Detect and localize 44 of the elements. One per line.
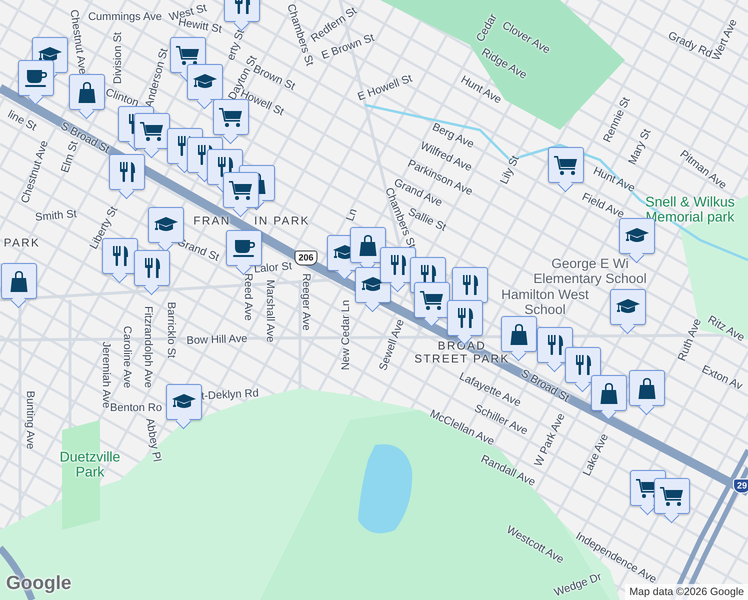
street-label: Reed Ave (242, 273, 254, 321)
street-label: Ritz Ave (706, 314, 746, 344)
street-label: Fitzrandolph Ave (142, 306, 154, 388)
place-label: George E Wi Elementary School (532, 257, 648, 287)
neighborhood-label: FRAN (193, 216, 231, 228)
street-label: Bow Hill Ave (186, 332, 248, 348)
street-label: E Howell St (356, 72, 414, 104)
street-label: Marshall Ave (264, 280, 276, 342)
street-label: Cummings Ave (88, 10, 162, 24)
neighborhood-label: IN PARK (254, 216, 310, 228)
street-label: New Cedar Ln (340, 300, 352, 370)
street-label: Ln (344, 207, 360, 223)
street-label: Division St (112, 32, 124, 84)
street-label: Caroline Ave (120, 326, 134, 388)
street-label: Abbey Pl (143, 417, 163, 463)
street-label: t-Deklyn Rd (201, 387, 259, 403)
street-label: line St (6, 108, 38, 134)
street-label: Jeremiah Ave (100, 342, 112, 408)
street-label: Smith St (34, 208, 78, 224)
place-label: Hamilton West School (500, 288, 590, 318)
street-label: Bunting Ave (24, 390, 36, 450)
street-label: Clinton (104, 86, 140, 110)
street-label: Hunt Ave (458, 74, 504, 106)
street-label: Chestnut Ave (67, 8, 89, 76)
street-label: Wedge Dr (552, 570, 604, 600)
street-label: Exton Av (700, 363, 744, 393)
street-label: Benton Ro (110, 402, 162, 414)
street-label: Lily St (498, 154, 522, 186)
street-label: Wert Ave (710, 17, 740, 63)
street-label: Barricklo St (164, 302, 178, 358)
street-label: Lalor St (254, 260, 292, 276)
street-label: Mary St (626, 127, 654, 167)
street-label: erty St (224, 28, 248, 62)
route-shield: 206 (294, 250, 318, 266)
street-label: Lake Ave (581, 432, 611, 478)
street-label: Ruth Ave (676, 317, 704, 363)
park-label: Duetzville Park (58, 450, 122, 480)
map-attribution: Map data ©2026 Google (625, 584, 748, 600)
street-label: Reeger Ave (300, 273, 312, 331)
neighborhood-label: PARK (4, 238, 40, 250)
street-label: Sewell Ave (377, 318, 407, 372)
street-label: W Park Ave (532, 412, 568, 468)
route-shield: 29 (733, 478, 748, 494)
street-label: Anderson St (143, 47, 171, 109)
